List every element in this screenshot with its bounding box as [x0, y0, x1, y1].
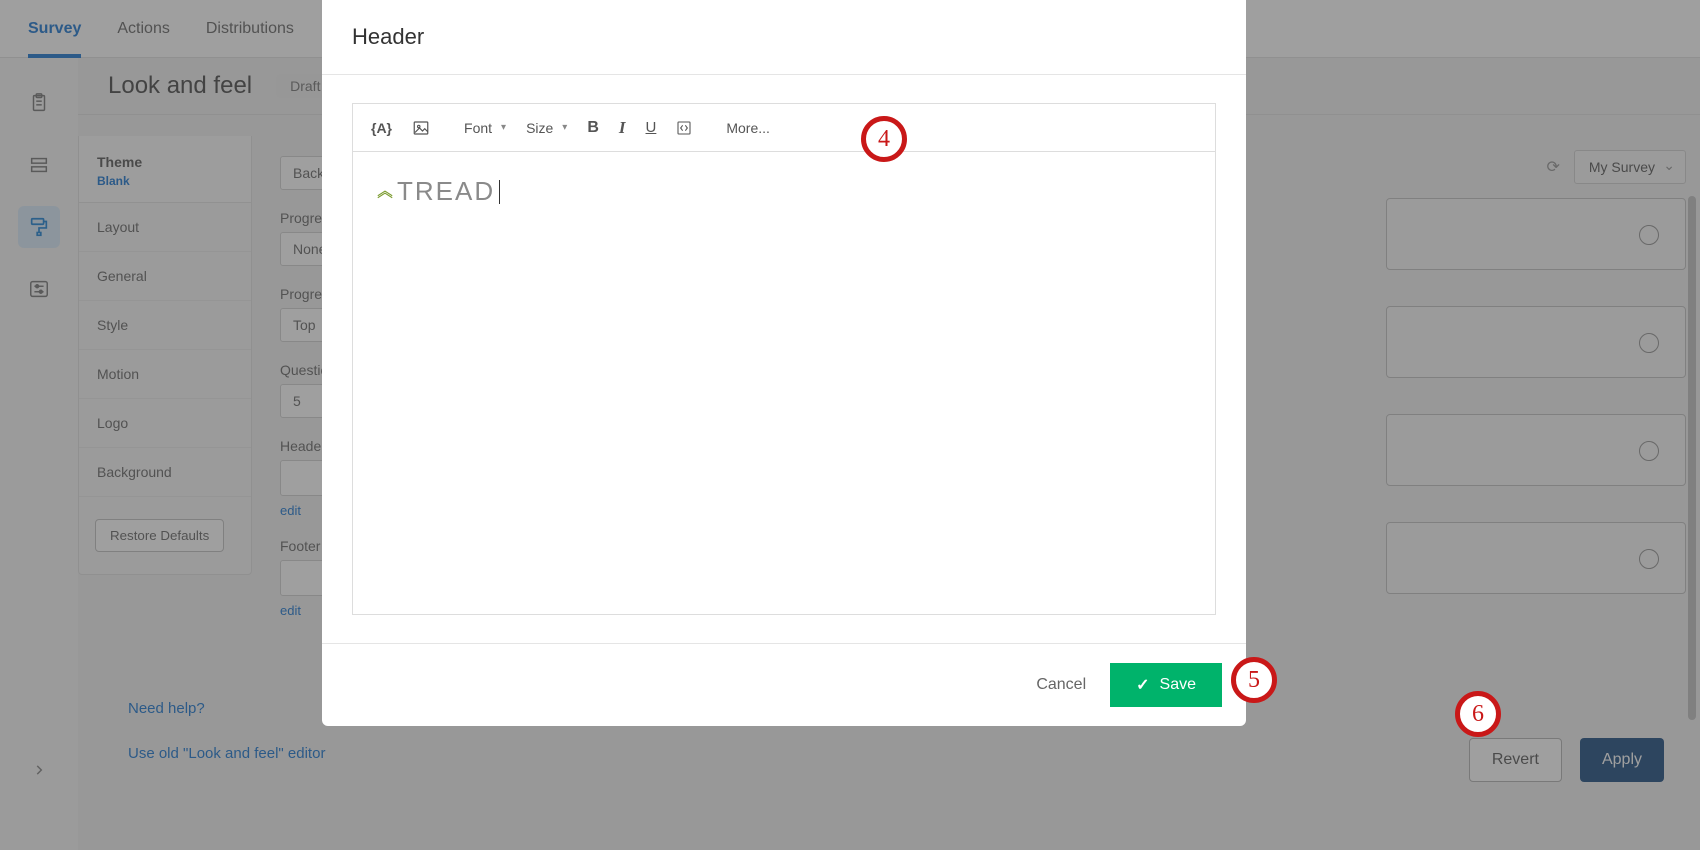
modal-title: Header [322, 0, 1246, 75]
logo-text: TREAD [397, 176, 495, 207]
annotation-5: 5 [1231, 657, 1277, 703]
editor-toolbar: {A} Font Size B I U More... [353, 104, 1215, 152]
insert-image-button[interactable] [412, 119, 430, 137]
underline-button[interactable]: U [646, 119, 657, 136]
check-icon: ✓ [1136, 675, 1149, 695]
header-logo: ︿︿ TREAD [377, 176, 1191, 207]
annotation-6: 6 [1455, 691, 1501, 737]
italic-button[interactable]: I [619, 118, 626, 138]
text-cursor [499, 180, 500, 204]
source-button[interactable] [676, 120, 692, 136]
more-button[interactable]: More... [726, 120, 770, 136]
annotation-4: 4 [861, 116, 907, 162]
cancel-button[interactable]: Cancel [1036, 676, 1086, 694]
piped-text-button[interactable]: {A} [371, 120, 392, 136]
bold-button[interactable]: B [587, 119, 599, 137]
rich-text-editor: {A} Font Size B I U More... ︿︿ [352, 103, 1216, 615]
font-dropdown[interactable]: Font [464, 120, 506, 136]
save-button[interactable]: ✓ Save [1110, 663, 1222, 707]
save-button-label: Save [1160, 676, 1196, 694]
size-dropdown[interactable]: Size [526, 120, 567, 136]
chevron-up-icon: ︿︿ [377, 187, 393, 197]
header-editor-modal: Header {A} Font Size B I U More... [322, 0, 1246, 726]
editor-content[interactable]: ︿︿ TREAD [353, 152, 1215, 614]
